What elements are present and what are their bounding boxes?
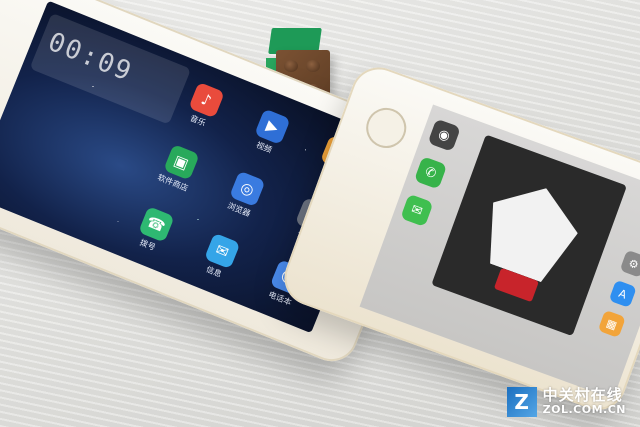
wallpaper-poster [431, 134, 627, 337]
messages-icon[interactable]: ✉ [400, 193, 434, 228]
camera-icon[interactable]: ◉ [427, 118, 461, 152]
app-label: 视频 [255, 140, 274, 155]
app-label: 拨号 [138, 238, 157, 253]
watermark-name-cn: 中关村在线 [542, 386, 623, 405]
settings-icon[interactable]: ⚙ [619, 249, 640, 278]
phone-right-screen: ◉ ✆ ✉ ⚙ A ▦ [359, 104, 640, 399]
zol-logo: Z [506, 387, 537, 417]
app-label: 音乐 [188, 113, 208, 128]
lego-stud [306, 60, 320, 72]
app-label: 信息 [204, 264, 223, 280]
wechat-icon[interactable]: ✆ [413, 156, 448, 190]
watermark-text: 中关村在线 ZOL.COM.CN [542, 386, 626, 417]
folder-icon[interactable]: ▦ [597, 309, 626, 339]
icon-column-right: ⚙ A ▦ [597, 249, 640, 339]
watermark: Z 中关村在线 ZOL.COM.CN [506, 386, 626, 417]
home-button [360, 102, 412, 154]
photo-scene: 00:09 ♪音乐▶视频▦相册▣软件商店◎浏览器⚙设置☎拨号✉信息☺电话本 ← … [0, 0, 640, 427]
app-store-icon[interactable]: A [608, 279, 637, 308]
icon-column-left: ◉ ✆ ✉ [400, 118, 461, 228]
watermark-name-en: ZOL.COM.CN [542, 403, 626, 417]
lego-stud [284, 60, 298, 72]
